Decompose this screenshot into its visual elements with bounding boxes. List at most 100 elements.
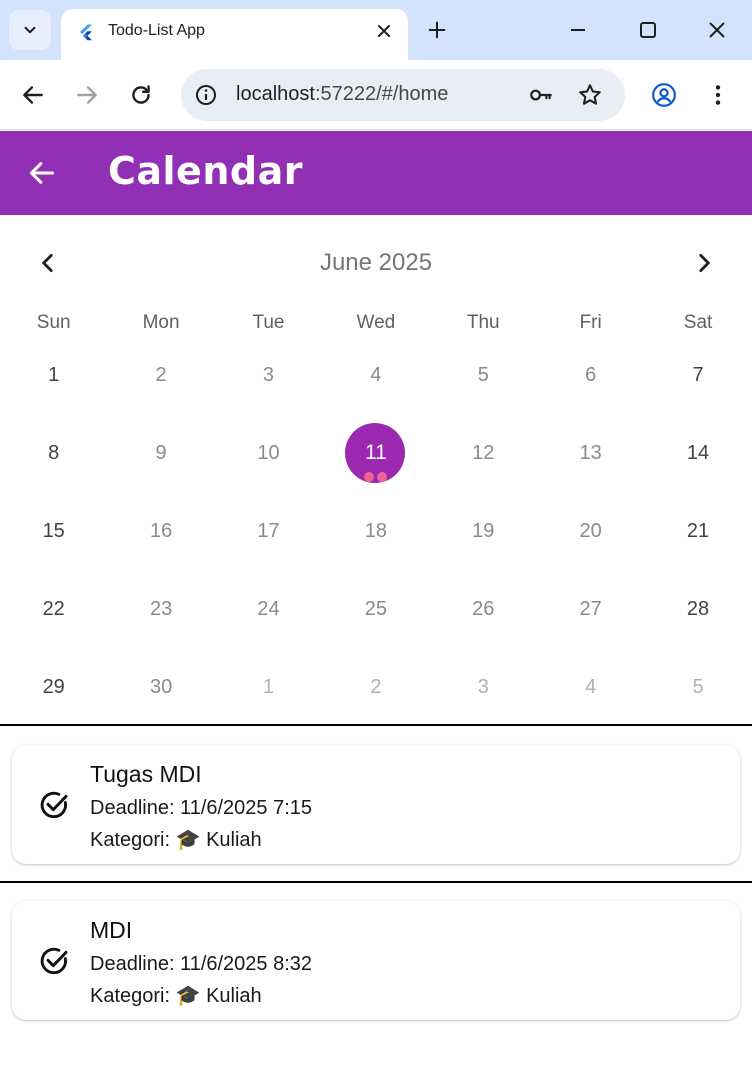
star-bookmark-icon[interactable]	[577, 82, 603, 108]
calendar-day[interactable]: 6	[537, 336, 644, 414]
calendar-day[interactable]: 26	[430, 570, 537, 648]
calendar-day[interactable]: 14	[644, 414, 751, 492]
address-bar[interactable]: localhost:57222/#/home	[181, 69, 625, 121]
browser-tab-active[interactable]: Todo-List App	[61, 9, 408, 60]
calendar-day[interactable]: 29	[0, 648, 107, 726]
check-circle-icon[interactable]	[38, 789, 70, 821]
calendar-day-outside-month[interactable]: 5	[644, 648, 751, 726]
day-number: 5	[692, 675, 704, 698]
day-number: 1	[48, 363, 60, 386]
calendar-day[interactable]: 17	[215, 492, 322, 570]
day-number: 1	[262, 675, 275, 698]
maximize-icon[interactable]	[636, 18, 660, 42]
site-info-icon[interactable]	[194, 83, 218, 107]
calendar-day-outside-month[interactable]: 4	[537, 648, 644, 726]
calendar-day-outside-month[interactable]: 2	[322, 648, 429, 726]
calendar-week: 15 16 17 18 19 20 21	[0, 492, 752, 570]
calendar-day[interactable]: 1	[0, 336, 107, 414]
forward-arrow-icon[interactable]	[74, 82, 100, 108]
calendar-day[interactable]: 10	[215, 414, 322, 492]
back-arrow-icon[interactable]	[20, 82, 46, 108]
calendar-week: 29 30 1 2 3 4 5	[0, 648, 752, 726]
day-number: 13	[579, 441, 602, 464]
calendar-day[interactable]: 7	[644, 336, 751, 414]
close-tab-icon[interactable]	[374, 21, 394, 41]
key-icon[interactable]	[528, 82, 554, 108]
day-number: 23	[149, 597, 173, 620]
app-bar: Calendar	[0, 131, 752, 215]
calendar-day[interactable]: 13	[537, 414, 644, 492]
calendar-day[interactable]: 15	[0, 492, 107, 570]
chevron-down-icon	[24, 26, 36, 34]
day-number: 24	[257, 597, 280, 620]
url-text[interactable]: localhost:57222/#/home	[236, 83, 448, 106]
day-number: 3	[477, 675, 489, 698]
task-card[interactable]: Tugas MDI Deadline: 11/6/2025 7:15 Kateg…	[12, 745, 740, 864]
calendar-day[interactable]: 8	[0, 414, 107, 492]
tab-title: Todo-List App	[108, 22, 205, 39]
page-title: Calendar	[108, 149, 303, 193]
chevron-right-icon[interactable]	[691, 250, 717, 276]
minimize-icon[interactable]	[566, 18, 590, 42]
event-markers	[322, 472, 429, 482]
browser-tab-strip: Todo-List App	[0, 0, 752, 60]
url-host: localhost	[236, 83, 315, 105]
profile-avatar-icon[interactable]	[651, 82, 677, 108]
day-number: 19	[472, 519, 495, 542]
calendar-day[interactable]: 2	[107, 336, 214, 414]
calendar-day[interactable]: 18	[322, 492, 429, 570]
day-number: 15	[42, 519, 65, 542]
calendar-day[interactable]: 21	[644, 492, 751, 570]
calendar-day[interactable]: 20	[537, 492, 644, 570]
task-deadline: Deadline: 11/6/2025 7:15	[90, 797, 313, 819]
day-number: 11	[364, 441, 387, 464]
event-marker-dot	[377, 472, 388, 482]
day-number: 10	[257, 441, 280, 464]
back-arrow-icon[interactable]	[28, 159, 56, 187]
task-card[interactable]: MDI Deadline: 11/6/2025 8:32 Kategori: 🎓…	[12, 901, 740, 1020]
calendar-week: 8 9 10 11 12 13 14	[0, 414, 752, 492]
day-number: 20	[579, 519, 602, 542]
calendar-day[interactable]: 28	[644, 570, 751, 648]
month-title: June 2025	[319, 249, 433, 276]
list-divider	[0, 881, 752, 883]
calendar-day[interactable]: 16	[107, 492, 214, 570]
day-number: 12	[472, 441, 495, 464]
calendar-day[interactable]: 5	[430, 336, 537, 414]
calendar-day-outside-month[interactable]: 1	[215, 648, 322, 726]
close-window-icon[interactable]	[705, 18, 729, 42]
calendar-day-outside-month[interactable]: 3	[430, 648, 537, 726]
day-number: 17	[257, 519, 280, 542]
tab-search-button[interactable]	[9, 10, 51, 50]
calendar-day[interactable]: 9	[107, 414, 214, 492]
task-deadline: Deadline: 11/6/2025 8:32	[90, 953, 313, 975]
new-tab-icon[interactable]	[426, 19, 448, 41]
day-number: 2	[370, 675, 382, 698]
calendar-day[interactable]: 19	[430, 492, 537, 570]
calendar-day[interactable]: 12	[430, 414, 537, 492]
calendar-day[interactable]: 4	[322, 336, 429, 414]
day-number: 7	[692, 363, 704, 386]
calendar-header: June 2025	[0, 240, 752, 286]
calendar-day-selected[interactable]: 11	[322, 414, 429, 492]
more-menu-icon[interactable]	[705, 82, 731, 108]
calendar-day[interactable]: 23	[107, 570, 214, 648]
calendar-day[interactable]: 3	[215, 336, 322, 414]
calendar-day[interactable]: 24	[215, 570, 322, 648]
day-number: 3	[262, 363, 275, 386]
calendar-day[interactable]: 27	[537, 570, 644, 648]
calendar-grid: 1 2 3 4 5 6 7 8 9 10 11 12 13 14 15 16 1…	[0, 336, 752, 726]
calendar-day[interactable]: 25	[322, 570, 429, 648]
day-number: 6	[585, 363, 597, 386]
calendar-day[interactable]: 30	[107, 648, 214, 726]
task-title: Tugas MDI	[90, 761, 202, 787]
day-number: 26	[472, 597, 495, 620]
calendar-day[interactable]: 22	[0, 570, 107, 648]
reload-icon[interactable]	[128, 82, 154, 108]
calendar-week: 22 23 24 25 26 27 28	[0, 570, 752, 648]
day-number: 30	[149, 675, 173, 698]
url-path: :57222/#/home	[314, 83, 449, 105]
check-circle-icon[interactable]	[38, 945, 70, 977]
day-number: 9	[155, 441, 167, 464]
day-number: 16	[149, 519, 173, 542]
